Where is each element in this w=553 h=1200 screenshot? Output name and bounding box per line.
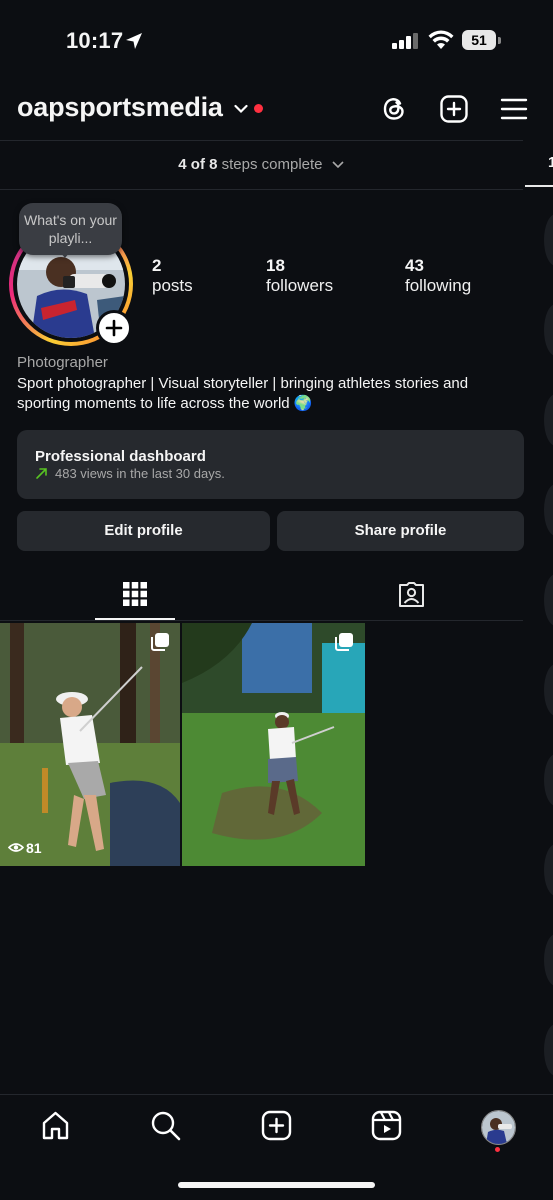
stat-followers-label: followers [266,276,334,295]
steps-rest: steps complete [221,156,323,173]
nav-divider [0,1094,553,1095]
edge-peek [544,754,553,806]
stat-followers-value: 18 [266,256,285,275]
wifi-icon [428,30,454,49]
create-icon[interactable] [261,1110,292,1141]
signal-icon [392,33,418,49]
stat-following-value: 43 [405,256,424,275]
steps-divider [0,189,523,190]
steps-progress[interactable]: 4 of 8 steps complete [0,156,523,173]
edge-peek [544,304,553,356]
edit-profile-button[interactable]: Edit profile [17,511,270,551]
edge-peek [544,574,553,626]
home-indicator[interactable] [178,1182,375,1188]
reels-icon[interactable] [371,1110,402,1141]
search-icon[interactable] [150,1110,181,1141]
tagged-icon[interactable] [397,580,426,609]
edge-peek [544,844,553,896]
edge-peek [544,664,553,716]
battery-indicator: 51 [462,30,496,50]
multiple-photos-icon [335,633,353,651]
profile-category: Photographer [17,354,108,371]
stat-following[interactable]: 43 following [405,256,471,296]
profile-notification-dot [495,1147,500,1152]
peek-tab-indicator [525,185,553,187]
edge-peek [544,394,553,446]
menu-icon[interactable] [499,94,529,124]
threads-icon[interactable] [379,94,409,124]
dashboard-subtitle: 483 views in the last 30 days. [55,466,225,481]
edge-peek [544,484,553,536]
add-story-button[interactable] [96,310,132,346]
note-bubble-tail [60,252,70,258]
stat-posts-label: posts [152,276,193,295]
stat-posts[interactable]: 2 posts [152,256,193,296]
battery-nub [498,37,501,44]
post-thumbnail[interactable] [182,623,365,866]
stat-followers[interactable]: 18 followers [266,256,333,296]
plus-icon [105,319,123,337]
post-thumbnail[interactable] [0,623,180,866]
account-username[interactable]: oapsportsmedia [17,92,223,123]
trend-up-icon [36,468,47,479]
steps-done: 4 of 8 [178,156,218,173]
post-views-count: 81 [26,840,42,856]
tabs-divider [0,620,523,621]
notification-dot [254,104,263,113]
home-icon[interactable] [40,1110,71,1141]
status-time: 10:17 [66,28,124,53]
note-bubble[interactable]: What's on your playli... [19,203,122,255]
location-arrow-icon [126,33,142,49]
header-divider [0,140,523,141]
profile-tab-avatar[interactable] [481,1110,516,1145]
grid-icon[interactable] [123,582,147,606]
post-views: 81 [7,840,42,856]
chevron-down-icon[interactable] [234,104,248,114]
stat-following-label: following [405,276,472,295]
edge-peek [544,1024,553,1076]
profile-bio: Sport photographer | Visual storyteller … [17,375,469,412]
edge-peek [544,934,553,986]
multiple-photos-icon [151,633,169,651]
dashboard-title: Professional dashboard [35,448,206,465]
peek-tab-label: 1 [548,154,553,171]
share-profile-button[interactable]: Share profile [277,511,524,551]
steps-chevron-icon [332,161,344,169]
new-post-icon[interactable] [439,94,469,124]
eye-icon [7,843,25,852]
stat-posts-value: 2 [152,256,162,275]
edge-peek [544,214,553,266]
